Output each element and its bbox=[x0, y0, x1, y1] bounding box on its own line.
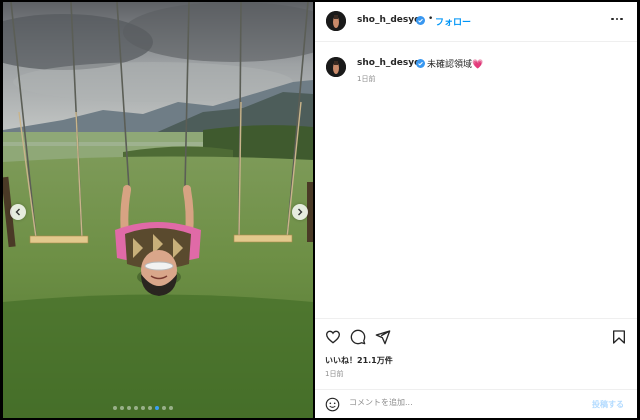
carousel-dot bbox=[120, 406, 124, 410]
carousel-dot bbox=[155, 406, 159, 410]
action-bar: いいね！21.1万件 1日前 投稿する bbox=[315, 318, 637, 418]
post-modal: sho_h_desyo • フォロー sho_h_desyo 未確認領域💗 1日… bbox=[0, 0, 640, 420]
carousel-dot bbox=[162, 406, 166, 410]
header-separator: • bbox=[428, 14, 434, 24]
carousel-dot bbox=[134, 406, 138, 410]
caption-timestamp: 1日前 bbox=[357, 75, 376, 83]
comment-icon[interactable] bbox=[350, 329, 366, 345]
caption-text: 未確認領域💗 bbox=[427, 60, 484, 70]
avatar-image bbox=[326, 11, 346, 31]
header-username[interactable]: sho_h_desyo bbox=[357, 15, 420, 25]
post-photo[interactable] bbox=[3, 2, 313, 418]
heart-icon[interactable] bbox=[325, 329, 341, 345]
carousel-dots bbox=[113, 406, 173, 410]
follow-button[interactable]: フォロー bbox=[435, 15, 471, 28]
bookmark-icon[interactable] bbox=[611, 329, 627, 345]
carousel-dot bbox=[113, 406, 117, 410]
post-comment-button[interactable]: 投稿する bbox=[592, 399, 624, 410]
avatar[interactable] bbox=[326, 11, 346, 31]
paper-plane-icon[interactable] bbox=[375, 329, 391, 345]
carousel-dot bbox=[169, 406, 173, 410]
chevron-right-icon bbox=[298, 208, 303, 216]
more-options-icon[interactable] bbox=[611, 14, 625, 24]
carousel-prev-button[interactable] bbox=[10, 204, 26, 220]
caption-username[interactable]: sho_h_desyo bbox=[357, 58, 420, 68]
likes-count[interactable]: いいね！21.1万件 bbox=[325, 355, 393, 366]
post-timestamp: 1日前 bbox=[325, 370, 344, 378]
post-header: sho_h_desyo • フォロー bbox=[315, 2, 637, 42]
verified-badge-icon bbox=[416, 59, 425, 68]
caption-avatar[interactable] bbox=[326, 57, 346, 77]
verified-badge-icon bbox=[416, 16, 425, 25]
carousel-dot bbox=[127, 406, 131, 410]
carousel-next-button[interactable] bbox=[292, 204, 308, 220]
avatar-image bbox=[326, 57, 346, 77]
post-side-panel: sho_h_desyo • フォロー sho_h_desyo 未確認領域💗 1日… bbox=[315, 2, 637, 418]
emoji-icon[interactable] bbox=[325, 397, 340, 412]
chevron-left-icon bbox=[15, 208, 20, 216]
comment-row: 投稿する bbox=[315, 389, 637, 419]
carousel-dot bbox=[148, 406, 152, 410]
carousel-dot bbox=[141, 406, 145, 410]
swing-scene-image bbox=[3, 2, 313, 418]
comment-input[interactable] bbox=[349, 398, 569, 407]
